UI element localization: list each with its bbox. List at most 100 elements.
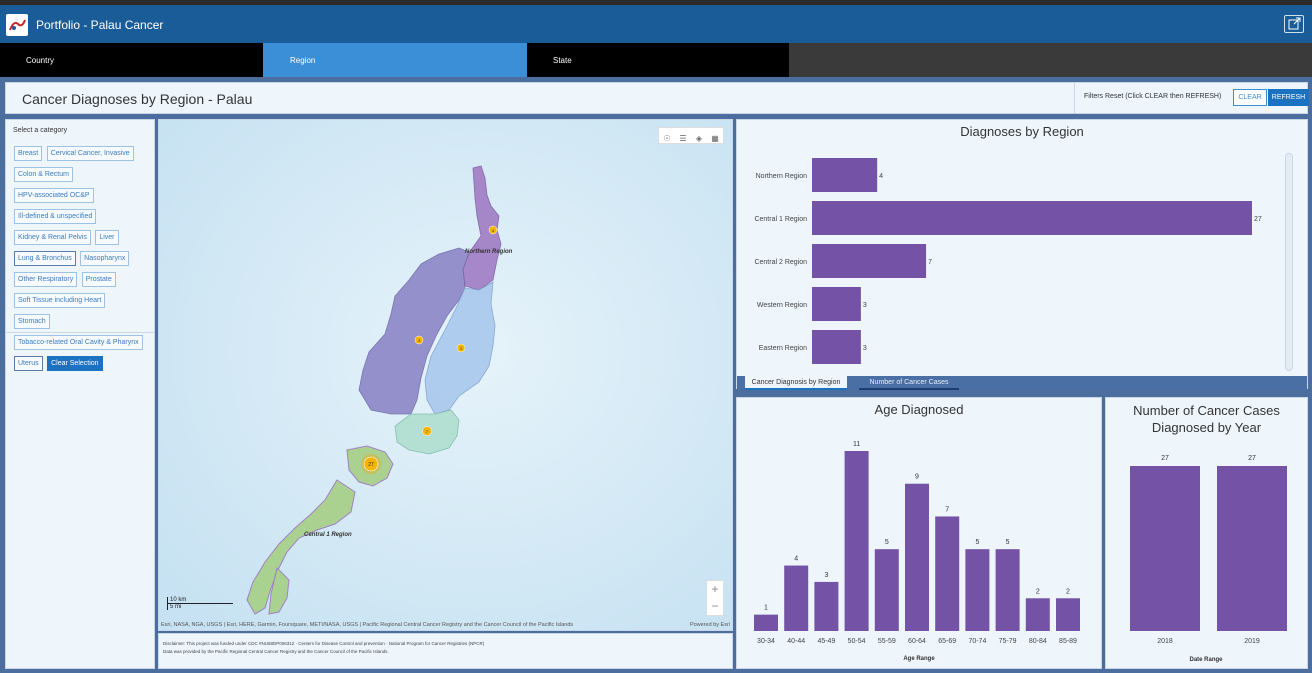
basemap-icon[interactable]: ▦ xyxy=(707,131,723,146)
disclaimer-panel: Disclaimer: This project was funded unde… xyxy=(158,633,733,669)
logo-mark-icon xyxy=(7,15,27,35)
marker-central-1-count: 27 xyxy=(368,462,374,468)
region-bar[interactable] xyxy=(812,201,1252,235)
category-colon-rectum[interactable]: Colon & Rectum xyxy=(14,167,73,182)
age-tick-label: 60-64 xyxy=(908,638,926,645)
category-panel: Select a category Breast Cervical Cancer… xyxy=(5,119,155,669)
page-title-bar: Cancer Diagnoses by Region - Palau Filte… xyxy=(5,82,1309,114)
region-chart-panel: Diagnoses by Region Northern Region 4 Cent… xyxy=(736,119,1308,390)
region-bar[interactable] xyxy=(812,330,861,364)
age-bar[interactable] xyxy=(905,483,929,631)
category-liver[interactable]: Liver xyxy=(95,230,119,245)
category-uterus[interactable]: Uterus xyxy=(14,356,43,371)
age-value-label: 11 xyxy=(853,441,860,448)
age-bar[interactable] xyxy=(844,451,869,631)
filter-reset-group: Filters Reset (Click CLEAR then REFRESH)… xyxy=(1074,83,1309,113)
category-stomach[interactable]: Stomach xyxy=(14,314,50,329)
legend-icon[interactable]: ☰ xyxy=(675,131,691,146)
age-bar[interactable] xyxy=(995,549,1020,631)
layers-icon[interactable]: ◈ xyxy=(691,131,707,146)
category-breast[interactable]: Breast xyxy=(14,146,43,161)
region-bar[interactable] xyxy=(812,287,861,321)
app-title: Portfolio - Palau Cancer xyxy=(36,18,164,32)
map-toolbar: ☉ ☰ ◈ ▦ xyxy=(658,127,724,144)
refresh-button[interactable]: REFRESH xyxy=(1268,89,1309,106)
age-tick-label: 50-54 xyxy=(848,638,866,645)
bookmark-icon[interactable]: ☉ xyxy=(659,131,675,146)
scale-km: 10 km xyxy=(167,597,233,604)
age-bar[interactable] xyxy=(784,565,809,631)
year-bar[interactable] xyxy=(1130,466,1200,631)
age-bar[interactable] xyxy=(935,516,960,631)
region-bar[interactable] xyxy=(812,158,878,192)
age-tick-label: 55-59 xyxy=(878,638,896,645)
region-chart-scrollbar[interactable] xyxy=(1285,153,1293,371)
year-tick-label: 2019 xyxy=(1244,638,1260,645)
age-value-label: 2 xyxy=(1036,588,1040,595)
tab-number-of-cancer-cases[interactable]: Number of Cancer Cases xyxy=(859,376,959,390)
powered-by[interactable]: Powered by Esri xyxy=(690,622,730,628)
age-bar[interactable] xyxy=(754,614,778,631)
category-other-respiratory[interactable]: Other Respiratory xyxy=(14,272,78,287)
region-bar-chart: Northern Region 4 Central 1 Region 27 Centra… xyxy=(754,158,1262,364)
age-bar[interactable] xyxy=(814,581,839,631)
share-button[interactable] xyxy=(1284,15,1304,33)
map-attribution: Esri, NASA, NGA, USGS | Esri, HERE, Garm… xyxy=(161,622,732,628)
tab-state[interactable]: State xyxy=(527,43,789,77)
category-hpv-ocp[interactable]: HPV-associated OC&P xyxy=(14,188,94,203)
age-value-label: 5 xyxy=(885,539,889,546)
age-value-label: 3 xyxy=(824,572,828,579)
age-tick-label: 70-74 xyxy=(968,638,986,645)
age-tick-label: 65-69 xyxy=(938,638,956,645)
category-prostate[interactable]: Prostate xyxy=(81,272,116,287)
zoom-control: + − xyxy=(706,580,724,616)
category-kidney[interactable]: Kidney & Renal Pelvis xyxy=(14,230,91,245)
app-logo xyxy=(6,14,28,36)
palau-map[interactable]: Northern Region Central 1 Region 4 3 3 7… xyxy=(159,120,733,631)
region-chart-title: Diagnoses by Region xyxy=(960,124,1084,139)
year-bar[interactable] xyxy=(1217,466,1287,631)
age-bar[interactable] xyxy=(1056,598,1080,631)
tab-country[interactable]: Country xyxy=(0,43,263,77)
year-bar-chart: 27 2018 27 2019 Date Range xyxy=(1130,455,1287,663)
region-tick-label: Central 1 Region xyxy=(754,216,807,223)
age-value-label: 9 xyxy=(915,474,919,481)
region-bar[interactable] xyxy=(812,244,927,278)
category-lung[interactable]: Lung & Bronchus xyxy=(14,251,76,266)
map-label-northern: Northern Region xyxy=(465,249,513,255)
category-tobacco-oral[interactable]: Tobacco-related Oral Cavity & Pharynx xyxy=(14,335,143,350)
category-soft-tissue[interactable]: Soft Tissue including Heart xyxy=(14,293,106,308)
region-chart-tabs: Cancer Diagnosis by Region Number of Can… xyxy=(737,376,1307,390)
region-value-label: 27 xyxy=(1254,216,1262,223)
region-value-label: 7 xyxy=(928,259,932,266)
tab-region[interactable]: Region xyxy=(263,43,527,77)
age-tick-label: 75-79 xyxy=(999,638,1017,645)
age-value-label: 1 xyxy=(764,605,768,612)
age-tick-label: 85-89 xyxy=(1059,638,1077,645)
tab-cancer-diagnosis-by-region[interactable]: Cancer Diagnosis by Region xyxy=(745,376,847,390)
age-bar[interactable] xyxy=(965,549,990,631)
year-chart-panel: Number of Cancer Cases Diagnosed by Year… xyxy=(1105,397,1308,669)
attribution-text: Esri, NASA, NGA, USGS | Esri, HERE, Garm… xyxy=(161,622,574,628)
clear-selection-button[interactable]: Clear Selection xyxy=(47,356,103,371)
category-ill-defined[interactable]: Ill-defined & unspecified xyxy=(14,209,97,224)
year-value-label: 27 xyxy=(1248,455,1256,462)
region-tick-label: Central 2 Region xyxy=(754,259,807,266)
age-bar[interactable] xyxy=(874,549,899,631)
filter-reset-label: Filters Reset (Click CLEAR then REFRESH) xyxy=(1084,93,1222,100)
app-root: Portfolio - Palau Cancer Country Region … xyxy=(0,0,1312,673)
age-value-label: 5 xyxy=(1006,539,1010,546)
category-list: Breast Cervical Cancer, Invasive Colon &… xyxy=(14,142,154,373)
zoom-out-button[interactable]: − xyxy=(707,598,723,615)
age-bar[interactable] xyxy=(1025,598,1050,631)
zoom-in-button[interactable]: + xyxy=(707,581,723,598)
age-value-label: 2 xyxy=(1066,588,1070,595)
year-axis-label: Date Range xyxy=(1189,657,1223,663)
clear-button[interactable]: CLEAR xyxy=(1233,89,1267,106)
category-nasopharynx[interactable]: Nasopharynx xyxy=(80,251,130,266)
category-cervical[interactable]: Cervical Cancer, Invasive xyxy=(46,146,134,161)
year-value-label: 27 xyxy=(1161,455,1169,462)
map-panel[interactable]: Northern Region Central 1 Region 4 3 3 7… xyxy=(158,119,733,631)
disclaimer-line-2: Data was provided by the Pacific Regiona… xyxy=(163,649,389,654)
app-header: Portfolio - Palau Cancer xyxy=(0,5,1312,43)
